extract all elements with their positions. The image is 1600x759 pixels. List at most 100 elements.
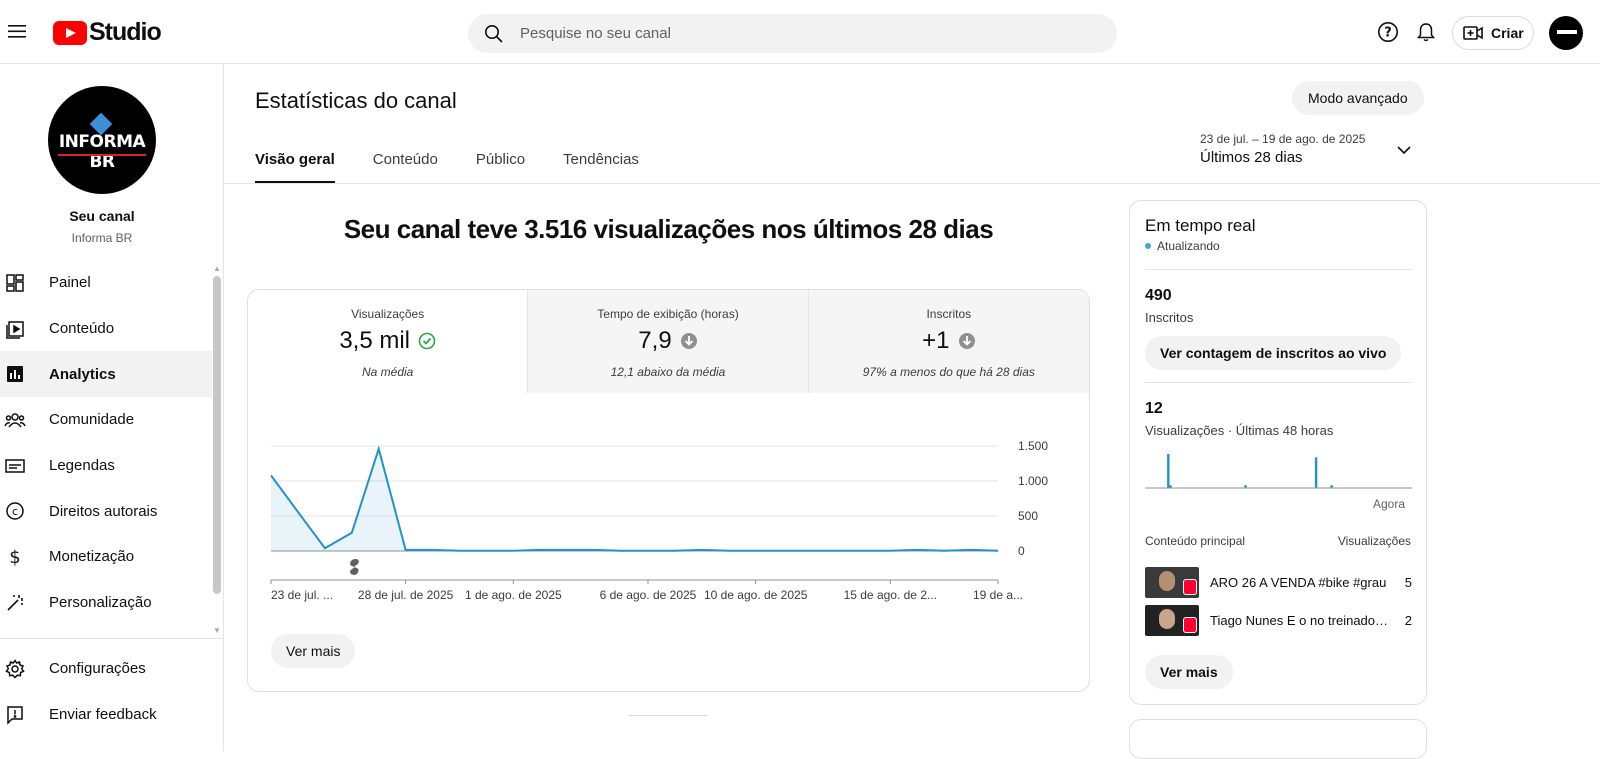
x-tick-label: 19 de a...: [973, 588, 1023, 602]
shorts-icon: [1183, 578, 1197, 595]
help-icon[interactable]: ?: [1377, 21, 1399, 48]
sidebar-item-direitos-autorais[interactable]: c Direitos autorais: [0, 488, 212, 534]
y-tick-label: 1.500: [1018, 439, 1048, 453]
studio-logo[interactable]: Studio: [53, 18, 162, 47]
account-avatar[interactable]: [1549, 16, 1583, 50]
channel-avatar[interactable]: INFORMA BR: [48, 86, 156, 194]
shorts-marker-icon: [349, 559, 359, 575]
series-area: [271, 448, 998, 551]
sidebar-item-enviar-feedback[interactable]: Enviar feedback: [0, 692, 212, 738]
sidebar-bottom-nav: Configurações Enviar feedback: [0, 646, 212, 737]
arrow-down-icon: [958, 332, 976, 350]
tab-conteudo[interactable]: Conteúdo: [373, 151, 438, 183]
main-content: Estatísticas do canal Modo avançado Visã…: [224, 64, 1600, 759]
now-label: Agora: [1373, 497, 1406, 511]
sidebar-item-painel[interactable]: Painel: [0, 260, 212, 306]
date-range-label[interactable]: Últimos 28 dias: [1200, 149, 1303, 166]
add-video-icon: [1463, 26, 1483, 40]
channel-label: Seu canal: [69, 208, 135, 224]
realtime-see-more-button[interactable]: Ver mais: [1145, 655, 1233, 689]
shorts-icon: [1183, 616, 1197, 633]
dashboard-icon: [0, 273, 30, 293]
subscribers-label: Inscritos: [1145, 310, 1194, 325]
arrow-down-icon: [680, 332, 698, 350]
check-icon: [418, 332, 436, 350]
avatar-logo-text: INFORMA BR: [58, 132, 146, 172]
y-tick-label: 1.000: [1018, 474, 1048, 488]
copyright-icon: c: [0, 501, 30, 521]
sidebar-item-conteudo[interactable]: Conteúdo: [0, 306, 212, 352]
metric-views[interactable]: Visualizações 3,5 mil Na média: [248, 290, 529, 393]
menu-icon[interactable]: [6, 20, 28, 42]
content-icon: [0, 319, 30, 339]
realtime-status: Atualizando: [1145, 239, 1220, 253]
realtime-title: Em tempo real: [1145, 216, 1256, 235]
sidebar-item-legendas[interactable]: Legendas: [0, 443, 212, 489]
x-tick-label: 6 de ago. de 2025: [600, 588, 697, 602]
create-label: Criar: [1491, 25, 1524, 41]
see-more-button[interactable]: Ver mais: [271, 634, 356, 668]
subscribers-count: 490: [1145, 287, 1172, 304]
chevron-down-icon[interactable]: [1396, 142, 1412, 163]
metric-watch-time[interactable]: Tempo de exibição (horas) 7,9 12,1 abaix…: [528, 290, 809, 393]
x-tick-label: 28 de jul. de 2025: [358, 588, 454, 602]
views-label: Visualizações · Últimas 48 horas: [1145, 423, 1334, 438]
metric-subscribers[interactable]: Inscritos +1 97% a menos do que há 28 di…: [808, 290, 1089, 393]
svg-text:$: $: [9, 547, 20, 567]
gear-icon: [0, 658, 30, 679]
channel-name: Informa BR: [71, 231, 133, 245]
sidebar-item-configuracoes[interactable]: Configurações: [0, 646, 212, 692]
scroll-down-arrow[interactable]: ▼: [213, 626, 221, 635]
svg-text:?: ?: [1384, 26, 1392, 41]
tab-visao-geral[interactable]: Visão geral: [255, 151, 335, 183]
video-thumbnail: [1145, 604, 1199, 636]
tab-tendencias[interactable]: Tendências: [563, 151, 639, 183]
overview-card: Visualizações 3,5 mil Na média Tempo de …: [247, 289, 1090, 692]
x-tick-label: 10 de ago. de 2025: [704, 588, 808, 602]
subtitles-icon: [0, 456, 30, 476]
search-input[interactable]: [520, 25, 1040, 42]
next-card: [1129, 719, 1427, 759]
search-bar[interactable]: [468, 14, 1117, 53]
advanced-mode-button[interactable]: Modo avançado: [1292, 81, 1424, 115]
tab-publico[interactable]: Público: [476, 151, 525, 183]
sidebar: INFORMA BR Seu canal Informa BR Painel C…: [0, 64, 224, 751]
views-chart[interactable]: 1.500 1.000 500 0 23 de jul. ... 28 de jul. d…: [248, 393, 1090, 613]
top-content-item[interactable]: Tiago Nunes E o no treinador do Santos 2: [1145, 604, 1412, 636]
live-count-button[interactable]: Ver contagem de inscritos ao vivo: [1145, 336, 1402, 370]
svg-text:c: c: [12, 505, 18, 518]
sidebar-nav: Painel Conteúdo Analytics Comunidade Leg…: [0, 260, 212, 626]
sidebar-item-comunidade[interactable]: Comunidade: [0, 397, 212, 443]
x-tick-label: 15 de ago. de 2...: [844, 588, 937, 602]
realtime-card: Em tempo real Atualizando 490 Inscritos …: [1129, 200, 1427, 705]
realtime-bar-chart[interactable]: [1145, 449, 1412, 491]
live-dot-icon: [1145, 243, 1151, 249]
bell-icon[interactable]: [1415, 21, 1437, 48]
date-range-text[interactable]: 23 de jul. – 19 de ago. de 2025: [1200, 132, 1365, 146]
top-content-header: Conteúdo principal: [1145, 534, 1246, 548]
top-content-item[interactable]: ARO 26 A VENDA #bike #grau 5: [1145, 566, 1412, 598]
feedback-icon: [0, 705, 30, 725]
sidebar-item-monetizacao[interactable]: $ Monetização: [0, 534, 212, 580]
logo-text: Studio: [89, 18, 162, 46]
youtube-play-icon: [53, 20, 87, 45]
views-count: 12: [1145, 400, 1163, 417]
analytics-icon: [0, 364, 30, 384]
search-icon: [485, 24, 503, 43]
x-tick-label: 1 de ago. de 2025: [465, 588, 562, 602]
bottom-divider: [628, 715, 708, 716]
realtime-bar: [1314, 457, 1318, 488]
top-views-header: Visualizações: [1337, 534, 1411, 548]
realtime-bar: [1167, 454, 1170, 488]
sidebar-item-personalizacao[interactable]: Personalização: [0, 580, 212, 626]
headline: Seu canal teve 3.516 visualizações nos ú…: [343, 214, 994, 244]
sidebar-scrollbar[interactable]: [213, 276, 221, 594]
magic-wand-icon: [0, 593, 30, 613]
sidebar-divider: [0, 638, 223, 639]
y-tick-label: 500: [1018, 509, 1038, 523]
create-button[interactable]: Criar: [1452, 16, 1534, 50]
page-title: Estatísticas do canal: [255, 88, 457, 113]
metrics-row: Visualizações 3,5 mil Na média Tempo de …: [248, 290, 1089, 393]
sidebar-item-analytics[interactable]: Analytics: [0, 351, 212, 398]
scroll-up-arrow[interactable]: ▲: [213, 264, 221, 273]
